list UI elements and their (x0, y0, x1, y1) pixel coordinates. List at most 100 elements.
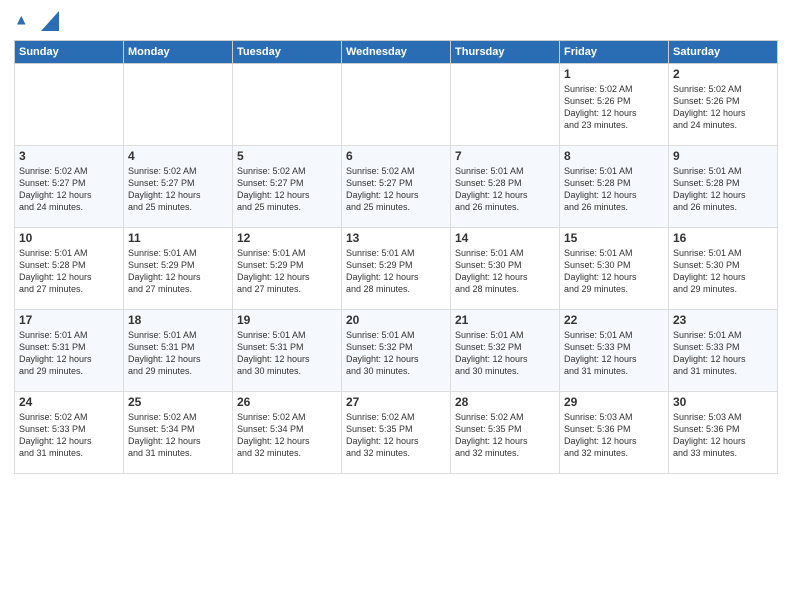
calendar-cell (451, 64, 560, 146)
calendar-cell: 16Sunrise: 5:01 AM Sunset: 5:30 PM Dayli… (669, 228, 778, 310)
calendar-cell: 25 Sunrise: 5:02 AM Sunset: 5:34 PM Dayli… (124, 392, 233, 474)
day-info: Sunrise: 5:02 AM Sunset: 5:27 PM Dayligh… (19, 165, 119, 214)
day-number: 9 (673, 149, 773, 163)
day-info: Sunrise: 5:03 AM Sunset: 5:36 PM Dayligh… (564, 411, 664, 460)
day-number: 3 (19, 149, 119, 163)
day-number: 29 (564, 395, 664, 409)
weekday-header-monday: Monday (124, 41, 233, 64)
day-number: 14 (455, 231, 555, 245)
calendar-cell: 28 Sunrise: 5:02 AM Sunset: 5:35 PM Dayli… (451, 392, 560, 474)
day-number: 30 (673, 395, 773, 409)
day-number: 25 (128, 395, 228, 409)
calendar-cell: 9 Sunrise: 5:01 AM Sunset: 5:28 PM Daylig… (669, 146, 778, 228)
calendar-cell: 20 Sunrise: 5:01 AM Sunset: 5:32 PM Dayli… (342, 310, 451, 392)
day-number: 19 (237, 313, 337, 327)
calendar-cell: 21 Sunrise: 5:01 AM Sunset: 5:32 PM Dayli… (451, 310, 560, 392)
calendar-cell: 23Sunrise: 5:01 AM Sunset: 5:33 PM Dayli… (669, 310, 778, 392)
day-info: Sunrise: 5:01 AM Sunset: 5:29 PM Dayligh… (128, 247, 228, 296)
calendar-week-row: 10Sunrise: 5:01 AM Sunset: 5:28 PM Dayli… (15, 228, 778, 310)
calendar-cell (233, 64, 342, 146)
day-info: Sunrise: 5:01 AM Sunset: 5:31 PM Dayligh… (128, 329, 228, 378)
day-info: Sunrise: 5:01 AM Sunset: 5:28 PM Dayligh… (564, 165, 664, 214)
day-info: Sunrise: 5:01 AM Sunset: 5:29 PM Dayligh… (237, 247, 337, 296)
logo-text (40, 11, 59, 31)
calendar-cell: 10Sunrise: 5:01 AM Sunset: 5:28 PM Dayli… (15, 228, 124, 310)
day-info: Sunrise: 5:02 AM Sunset: 5:27 PM Dayligh… (346, 165, 446, 214)
calendar-week-row: 17 Sunrise: 5:01 AM Sunset: 5:31 PM Dayli… (15, 310, 778, 392)
day-info: Sunrise: 5:01 AM Sunset: 5:32 PM Dayligh… (346, 329, 446, 378)
logo: ▲ (14, 10, 59, 32)
day-number: 28 (455, 395, 555, 409)
weekday-header-friday: Friday (560, 41, 669, 64)
day-number: 17 (19, 313, 119, 327)
calendar-cell: 6 Sunrise: 5:02 AM Sunset: 5:27 PM Daylig… (342, 146, 451, 228)
calendar-cell: 12Sunrise: 5:01 AM Sunset: 5:29 PM Dayli… (233, 228, 342, 310)
logo-icon: ▲ (14, 10, 36, 32)
day-info: Sunrise: 5:01 AM Sunset: 5:32 PM Dayligh… (455, 329, 555, 378)
day-number: 18 (128, 313, 228, 327)
day-number: 11 (128, 231, 228, 245)
calendar-cell: 7Sunrise: 5:01 AM Sunset: 5:28 PM Daylig… (451, 146, 560, 228)
day-info: Sunrise: 5:01 AM Sunset: 5:28 PM Dayligh… (19, 247, 119, 296)
day-info: Sunrise: 5:01 AM Sunset: 5:29 PM Dayligh… (346, 247, 446, 296)
day-number: 13 (346, 231, 446, 245)
calendar-cell: 22 Sunrise: 5:01 AM Sunset: 5:33 PM Dayli… (560, 310, 669, 392)
day-number: 15 (564, 231, 664, 245)
calendar-cell: 11 Sunrise: 5:01 AM Sunset: 5:29 PM Dayli… (124, 228, 233, 310)
calendar-cell: 13 Sunrise: 5:01 AM Sunset: 5:29 PM Dayli… (342, 228, 451, 310)
calendar-cell: 15 Sunrise: 5:01 AM Sunset: 5:30 PM Dayli… (560, 228, 669, 310)
day-info: Sunrise: 5:01 AM Sunset: 5:33 PM Dayligh… (564, 329, 664, 378)
day-info: Sunrise: 5:01 AM Sunset: 5:30 PM Dayligh… (564, 247, 664, 296)
day-info: Sunrise: 5:02 AM Sunset: 5:26 PM Dayligh… (673, 83, 773, 132)
calendar-cell: 29 Sunrise: 5:03 AM Sunset: 5:36 PM Dayli… (560, 392, 669, 474)
day-number: 6 (346, 149, 446, 163)
header: ▲ (14, 10, 778, 32)
day-info: Sunrise: 5:01 AM Sunset: 5:28 PM Dayligh… (673, 165, 773, 214)
calendar-table: SundayMondayTuesdayWednesdayThursdayFrid… (14, 40, 778, 474)
calendar-week-row: 24 Sunrise: 5:02 AM Sunset: 5:33 PM Dayli… (15, 392, 778, 474)
day-number: 20 (346, 313, 446, 327)
calendar-cell: 17 Sunrise: 5:01 AM Sunset: 5:31 PM Dayli… (15, 310, 124, 392)
weekday-header-saturday: Saturday (669, 41, 778, 64)
calendar-cell: 8Sunrise: 5:01 AM Sunset: 5:28 PM Daylig… (560, 146, 669, 228)
day-info: Sunrise: 5:03 AM Sunset: 5:36 PM Dayligh… (673, 411, 773, 460)
day-info: Sunrise: 5:02 AM Sunset: 5:27 PM Dayligh… (237, 165, 337, 214)
weekday-header-row: SundayMondayTuesdayWednesdayThursdayFrid… (15, 41, 778, 64)
day-info: Sunrise: 5:02 AM Sunset: 5:33 PM Dayligh… (19, 411, 119, 460)
day-info: Sunrise: 5:02 AM Sunset: 5:34 PM Dayligh… (128, 411, 228, 460)
logo-triangle (41, 11, 59, 31)
calendar-cell: 30 Sunrise: 5:03 AM Sunset: 5:36 PM Dayli… (669, 392, 778, 474)
day-number: 26 (237, 395, 337, 409)
day-number: 24 (19, 395, 119, 409)
calendar-cell (342, 64, 451, 146)
calendar-cell: 4 Sunrise: 5:02 AM Sunset: 5:27 PM Daylig… (124, 146, 233, 228)
calendar-cell (15, 64, 124, 146)
day-number: 23 (673, 313, 773, 327)
calendar-cell: 26Sunrise: 5:02 AM Sunset: 5:34 PM Dayli… (233, 392, 342, 474)
day-number: 5 (237, 149, 337, 163)
day-info: Sunrise: 5:01 AM Sunset: 5:30 PM Dayligh… (673, 247, 773, 296)
day-number: 22 (564, 313, 664, 327)
day-info: Sunrise: 5:02 AM Sunset: 5:27 PM Dayligh… (128, 165, 228, 214)
weekday-header-sunday: Sunday (15, 41, 124, 64)
weekday-header-tuesday: Tuesday (233, 41, 342, 64)
calendar-week-row: 1 Sunrise: 5:02 AM Sunset: 5:26 PM Daylig… (15, 64, 778, 146)
day-number: 1 (564, 67, 664, 81)
day-info: Sunrise: 5:02 AM Sunset: 5:35 PM Dayligh… (455, 411, 555, 460)
calendar-cell: 24 Sunrise: 5:02 AM Sunset: 5:33 PM Dayli… (15, 392, 124, 474)
day-info: Sunrise: 5:02 AM Sunset: 5:35 PM Dayligh… (346, 411, 446, 460)
calendar-cell: 3 Sunrise: 5:02 AM Sunset: 5:27 PM Daylig… (15, 146, 124, 228)
day-info: Sunrise: 5:01 AM Sunset: 5:31 PM Dayligh… (19, 329, 119, 378)
day-info: Sunrise: 5:02 AM Sunset: 5:26 PM Dayligh… (564, 83, 664, 132)
day-info: Sunrise: 5:01 AM Sunset: 5:30 PM Dayligh… (455, 247, 555, 296)
calendar-cell: 14 Sunrise: 5:01 AM Sunset: 5:30 PM Dayli… (451, 228, 560, 310)
day-number: 7 (455, 149, 555, 163)
day-info: Sunrise: 5:01 AM Sunset: 5:31 PM Dayligh… (237, 329, 337, 378)
calendar-cell: 18 Sunrise: 5:01 AM Sunset: 5:31 PM Dayli… (124, 310, 233, 392)
page: ▲ SundayMondayTuesdayWednesdayThursdayFr… (0, 0, 792, 612)
calendar-cell: 5 Sunrise: 5:02 AM Sunset: 5:27 PM Daylig… (233, 146, 342, 228)
day-number: 27 (346, 395, 446, 409)
day-number: 4 (128, 149, 228, 163)
calendar-cell: 2Sunrise: 5:02 AM Sunset: 5:26 PM Daylig… (669, 64, 778, 146)
day-number: 21 (455, 313, 555, 327)
